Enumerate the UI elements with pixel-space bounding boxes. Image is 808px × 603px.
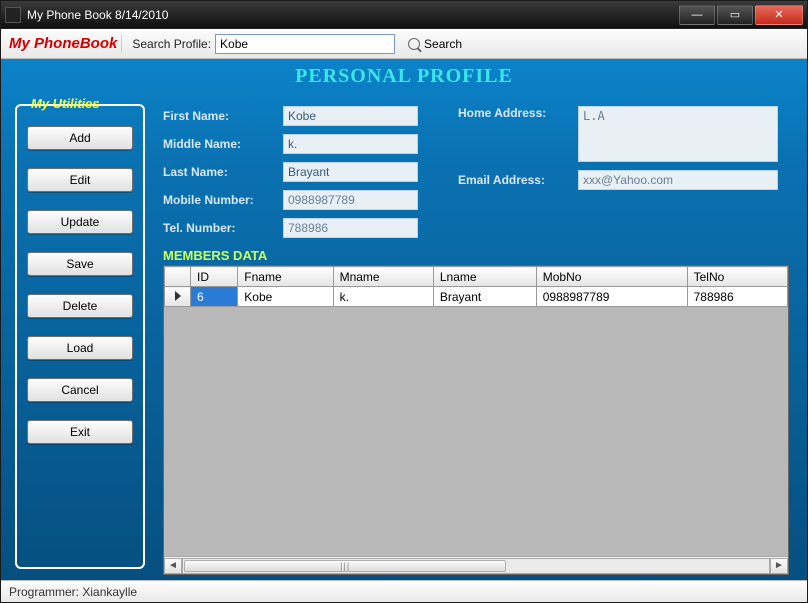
minimize-button[interactable]: — [679, 5, 715, 25]
page-title: PERSONAL PROFILE [1, 59, 807, 98]
app-icon [5, 7, 21, 23]
email-row: Email Address: [458, 170, 778, 190]
first-name-field[interactable] [283, 106, 418, 126]
update-button[interactable]: Update [27, 210, 133, 234]
scroll-left-button[interactable]: ◄ [164, 558, 182, 574]
titlebar: My Phone Book 8/14/2010 — ▭ ✕ [1, 1, 807, 29]
utilities-title: My Utilities [27, 96, 104, 111]
cell-mobno[interactable]: 0988987789 [536, 287, 687, 307]
close-button[interactable]: ✕ [755, 5, 803, 25]
col-mobno[interactable]: MobNo [536, 267, 687, 287]
toolbar: My PhoneBook Search Profile: Search [1, 29, 807, 59]
app-window: My Phone Book 8/14/2010 — ▭ ✕ My PhoneBo… [0, 0, 808, 603]
members-data-label: MEMBERS DATA [163, 248, 789, 263]
pointer-icon [175, 291, 181, 301]
cancel-button[interactable]: Cancel [27, 378, 133, 402]
row-indicator [165, 287, 191, 307]
statusbar: Programmer: Xiankaylle [1, 580, 807, 602]
home-row: Home Address: [458, 106, 778, 162]
tel-row: Tel. Number: [163, 218, 418, 238]
search-profile-label: Search Profile: [130, 37, 211, 51]
load-button[interactable]: Load [27, 336, 133, 360]
brand-label: My PhoneBook [7, 35, 122, 52]
maximize-button[interactable]: ▭ [717, 5, 753, 25]
members-grid: ID Fname Mname Lname MobNo TelNo [163, 265, 789, 575]
middle-name-row: Middle Name: [163, 134, 418, 154]
status-text: Programmer: Xiankaylle [9, 585, 137, 599]
middle-name-field[interactable] [283, 134, 418, 154]
scroll-track[interactable]: ||| [182, 558, 770, 574]
form-grid: First Name: Middle Name: Last Name: [163, 106, 789, 238]
save-button[interactable]: Save [27, 252, 133, 276]
middle-name-label: Middle Name: [163, 137, 273, 151]
form-area: First Name: Middle Name: Last Name: [155, 98, 807, 579]
window-title: My Phone Book 8/14/2010 [27, 8, 677, 22]
last-name-row: Last Name: [163, 162, 418, 182]
cell-telno[interactable]: 788986 [687, 287, 787, 307]
delete-button[interactable]: Delete [27, 294, 133, 318]
col-mname[interactable]: Mname [333, 267, 433, 287]
scroll-right-button[interactable]: ► [770, 558, 788, 574]
mobile-field[interactable] [283, 190, 418, 210]
scroll-thumb[interactable]: ||| [184, 560, 506, 572]
first-name-label: First Name: [163, 109, 273, 123]
first-name-row: First Name: [163, 106, 418, 126]
content-area: PERSONAL PROFILE My Utilities Add Edit U… [1, 59, 807, 580]
add-button[interactable]: Add [27, 126, 133, 150]
window-controls: — ▭ ✕ [677, 5, 803, 25]
search-button[interactable]: Search [399, 35, 471, 53]
horizontal-scrollbar[interactable]: ◄ ||| ► [164, 556, 788, 574]
body-row: My Utilities Add Edit Update Save Delete… [1, 98, 807, 579]
last-name-field[interactable] [283, 162, 418, 182]
home-address-field[interactable] [578, 106, 778, 162]
tel-field[interactable] [283, 218, 418, 238]
form-col-right: Home Address: Email Address: [458, 106, 778, 238]
email-label: Email Address: [458, 173, 568, 187]
cell-lname[interactable]: Brayant [433, 287, 536, 307]
search-icon [408, 38, 420, 50]
table-row[interactable]: 6 Kobe k. Brayant 0988987789 788986 [165, 287, 788, 307]
email-field[interactable] [578, 170, 778, 190]
search-button-label: Search [424, 37, 462, 51]
home-address-label: Home Address: [458, 106, 568, 120]
table-header-row: ID Fname Mname Lname MobNo TelNo [165, 267, 788, 287]
grid-empty-area [164, 307, 788, 556]
form-col-left: First Name: Middle Name: Last Name: [163, 106, 418, 238]
search-input[interactable] [215, 34, 395, 54]
col-lname[interactable]: Lname [433, 267, 536, 287]
col-telno[interactable]: TelNo [687, 267, 787, 287]
cell-id[interactable]: 6 [191, 287, 238, 307]
utilities-groupbox: My Utilities Add Edit Update Save Delete… [15, 104, 145, 569]
cell-mname[interactable]: k. [333, 287, 433, 307]
cell-fname[interactable]: Kobe [238, 287, 333, 307]
members-table[interactable]: ID Fname Mname Lname MobNo TelNo [164, 266, 788, 307]
edit-button[interactable]: Edit [27, 168, 133, 192]
col-fname[interactable]: Fname [238, 267, 333, 287]
row-header-blank [165, 267, 191, 287]
mobile-row: Mobile Number: [163, 190, 418, 210]
col-id[interactable]: ID [191, 267, 238, 287]
last-name-label: Last Name: [163, 165, 273, 179]
tel-label: Tel. Number: [163, 221, 273, 235]
exit-button[interactable]: Exit [27, 420, 133, 444]
mobile-label: Mobile Number: [163, 193, 273, 207]
